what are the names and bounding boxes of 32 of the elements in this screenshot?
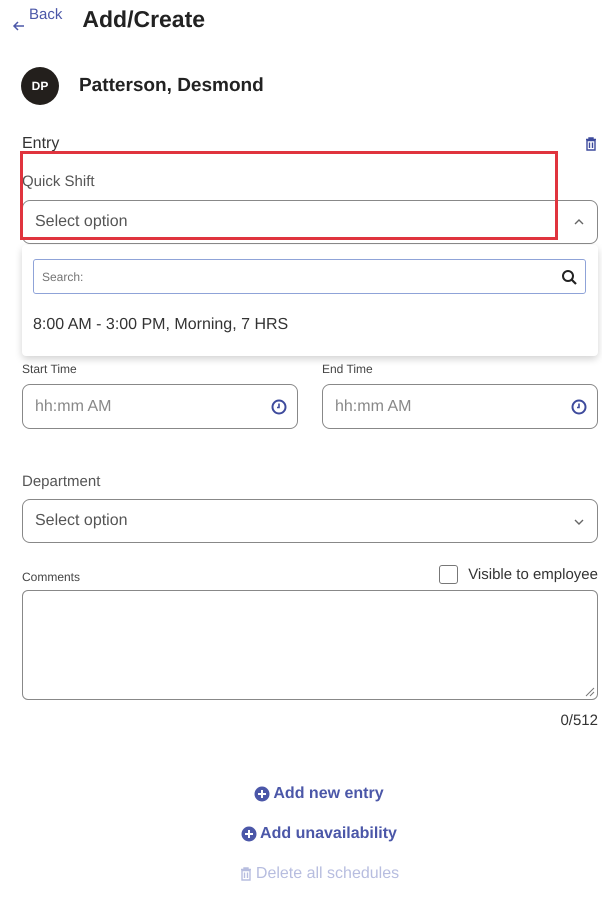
select-field[interactable]: Select option [22,200,598,244]
clock-icon[interactable] [571,398,587,414]
plus-circle-icon [254,786,270,802]
employee-name: Patterson, Desmond [79,75,264,97]
time-field[interactable]: hh:mm AM [22,384,298,429]
section-heading: Entry [22,135,60,153]
trash-icon[interactable] [584,136,598,152]
dropdown-option[interactable]: 8:00 AM - 3:00 PM, Morning, 7 HRS [33,316,586,346]
time-field[interactable]: hh:mm AM [322,384,598,429]
back-link[interactable]: Back [12,6,62,32]
checkbox-label: Visible to employee [468,566,598,583]
trash-icon [238,866,253,882]
field-label: Start Time [22,362,78,376]
field-label: End Time [322,362,374,376]
checkbox[interactable] [439,565,458,584]
add-link[interactable]: Add new entry [254,785,384,803]
field-label: Quick Shift [22,173,96,190]
add-link[interactable]: Add unavailability [241,825,397,843]
comments-field[interactable] [22,590,598,700]
character-counter: 0/512 [560,712,598,729]
search-icon[interactable] [561,269,577,285]
clock-icon[interactable] [271,398,287,414]
search-field[interactable]: Search: [33,259,586,294]
field-label: Comments [22,570,80,584]
field-label: Department [22,473,102,490]
page-title: Add/Create [82,6,206,33]
back-arrow-icon [12,20,25,32]
select-field[interactable]: Select option [22,499,598,543]
plus-circle-icon [241,826,258,842]
resize-grip-icon[interactable] [584,686,595,697]
avatar-initials: DP [21,67,59,105]
chevron-up-icon [573,217,585,227]
